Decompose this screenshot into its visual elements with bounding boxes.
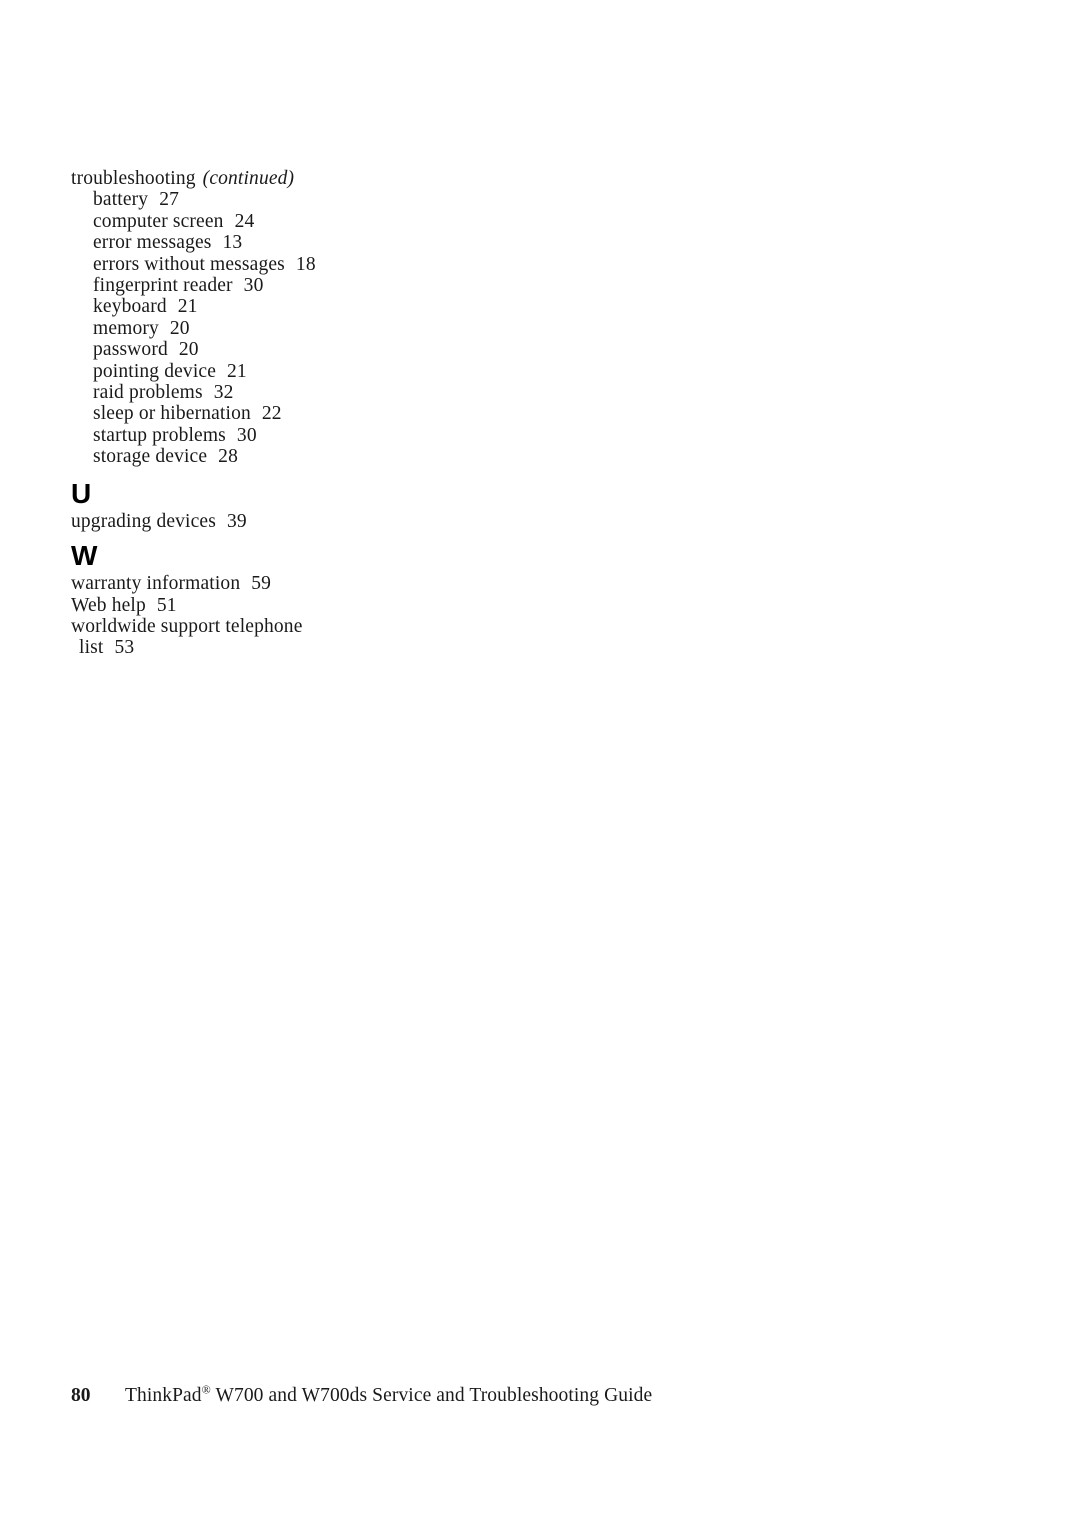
footer-title-rest: W700 and W700ds Service and Troubleshoot… — [210, 1385, 653, 1406]
footer-page-number: 80 — [71, 1385, 91, 1406]
footer-title: ThinkPad® W700 and W700ds Service and Tr… — [125, 1384, 652, 1408]
index-entry: password 20 — [71, 339, 491, 360]
index-page-number: 22 — [261, 403, 282, 425]
index-page-number: 30 — [243, 275, 264, 297]
index-entry: keyboard 21 — [71, 296, 491, 317]
index-page-number: 20 — [169, 317, 190, 339]
index-term: keyboard — [93, 296, 167, 318]
index-page-number: 21 — [227, 360, 247, 382]
index-entry: computer screen 24 — [71, 211, 491, 232]
footer-product-name: ThinkPad — [125, 1385, 202, 1406]
index-column: troubleshooting (continued) battery 27 com… — [71, 168, 491, 659]
index-term: raid problems — [93, 382, 203, 404]
index-letter-heading-u: U — [71, 477, 92, 509]
index-entry: error messages 13 — [71, 232, 491, 253]
index-term: password — [93, 339, 168, 361]
index-entry: sleep or hibernation 22 — [71, 403, 491, 424]
index-page-number: 59 — [251, 573, 272, 595]
index-entry: raid problems 32 — [71, 382, 491, 403]
index-term: errors without messages — [93, 253, 285, 275]
index-term: sleep or hibernation — [93, 403, 251, 425]
index-entry-wrapped: list 53 — [71, 637, 491, 658]
index-page-number: 51 — [156, 594, 177, 616]
index-page-number: 27 — [159, 189, 180, 211]
index-term: warranty information — [71, 573, 241, 595]
index-entry: storage device 28 — [71, 446, 491, 467]
index-entry: worldwide support telephone — [71, 616, 491, 637]
index-page-number: 30 — [236, 424, 257, 446]
index-page-number: 24 — [234, 210, 255, 232]
registered-trademark-icon: ® — [201, 1382, 211, 1397]
index-term: list — [79, 637, 104, 659]
index-entry: upgrading devices 39 — [71, 511, 491, 532]
index-term: storage device — [93, 446, 208, 468]
index-entry-continued-heading: troubleshooting (continued) — [71, 168, 491, 189]
index-term: pointing device — [93, 360, 217, 382]
index-entry: fingerprint reader 30 — [71, 275, 491, 296]
index-term: startup problems — [93, 424, 226, 446]
index-entry: startup problems 30 — [71, 425, 491, 446]
index-entry: errors without messages 18 — [71, 254, 491, 275]
index-entry: memory 20 — [71, 318, 491, 339]
index-entry: warranty information 59 — [71, 573, 491, 594]
index-term: upgrading devices — [71, 510, 216, 532]
index-page-number: 21 — [177, 296, 198, 318]
index-term: troubleshooting — [71, 168, 196, 189]
index-page-number: 18 — [295, 253, 316, 275]
index-term: memory — [93, 317, 159, 339]
page-footer: 80 ThinkPad® W700 and W700ds Service and… — [71, 1384, 652, 1408]
index-term: Web help — [71, 594, 146, 616]
index-term: battery — [93, 189, 149, 211]
index-page-number: 32 — [213, 382, 234, 404]
index-term: fingerprint reader — [93, 275, 233, 297]
index-page: troubleshooting (continued) battery 27 com… — [0, 0, 1080, 1529]
index-page-number: 13 — [222, 232, 243, 254]
index-entry: Web help 51 — [71, 595, 491, 616]
index-page-number: 39 — [226, 510, 247, 532]
index-page-number: 20 — [178, 339, 199, 361]
index-term: computer screen — [93, 210, 224, 232]
index-entry: pointing device 21 — [71, 361, 491, 382]
index-page-number: 53 — [114, 637, 135, 659]
index-term: worldwide support telephone — [71, 615, 303, 637]
index-continued-label: (continued) — [202, 168, 295, 189]
index-letter-heading-w: W — [71, 540, 98, 572]
index-page-number: 28 — [218, 446, 238, 468]
index-entry: battery 27 — [71, 189, 491, 210]
index-term: error messages — [93, 232, 212, 254]
